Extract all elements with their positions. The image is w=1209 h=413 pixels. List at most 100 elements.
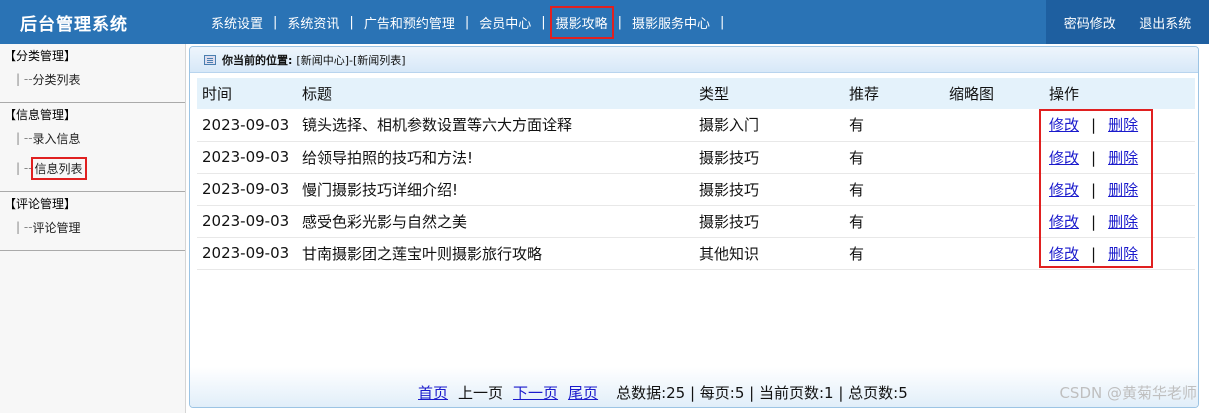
cell-recommend: 有	[849, 116, 865, 135]
cell-type: 摄影入门	[699, 116, 760, 135]
tree-prefix: | --	[16, 161, 33, 175]
pagination: 首页 上一页 下一页 尾页 总数据:25 | 每页:5 | 当前页数:1 | 总…	[418, 382, 908, 403]
pager-first-link[interactable]: 首页	[418, 382, 448, 403]
table-row: 2023-09-03 镜头选择、相机参数设置等六大方面诠释 摄影入门 有 修改 |…	[197, 109, 1195, 141]
cell-time: 2023-09-03	[202, 115, 290, 134]
action-separator: |	[1091, 148, 1097, 167]
breadcrumb-path: [新闻中心]-[新闻列表]	[296, 53, 406, 67]
logout-link[interactable]: 退出系统	[1139, 13, 1191, 32]
cell-thumbnail	[944, 205, 1044, 237]
header-actions: 密码修改 退出系统	[1046, 0, 1209, 44]
delete-link[interactable]: 删除	[1108, 149, 1138, 167]
sidebar-group-info: 【信息管理】 | -- 录入信息 | -- 信息列表	[0, 103, 185, 192]
edit-link[interactable]: 修改	[1049, 213, 1079, 231]
edit-link[interactable]: 修改	[1049, 245, 1079, 263]
pager-next-link[interactable]: 下一页	[513, 382, 558, 403]
tree-prefix: | --	[16, 131, 33, 145]
sidebar-item-label: 信息列表	[30, 156, 87, 180]
sidebar-item-info-list[interactable]: | -- 信息列表	[16, 153, 185, 183]
edit-link[interactable]: 修改	[1049, 116, 1079, 134]
sidebar-item-add-info[interactable]: | -- 录入信息	[16, 123, 185, 153]
main-panel: 你当前的位置: [新闻中心]-[新闻列表] 时间 标题 类型 推荐 缩略图 操作…	[189, 46, 1199, 408]
cell-type: 其他知识	[699, 244, 760, 263]
nav-separator: |	[617, 14, 623, 30]
pager-info: 总数据:25 | 每页:5 | 当前页数:1 | 总页数:5	[616, 384, 908, 402]
column-header-title: 标题	[302, 85, 333, 103]
cell-recommend: 有	[849, 148, 865, 167]
sidebar-item-comment-manage[interactable]: | -- 评论管理	[16, 212, 185, 242]
nav-separator: |	[464, 14, 470, 30]
nav-item-member-center[interactable]: 会员中心	[471, 13, 539, 32]
nav-item-ads-booking[interactable]: 广告和预约管理	[356, 13, 463, 32]
cell-type: 摄影技巧	[699, 148, 760, 167]
cell-time: 2023-09-03	[202, 212, 290, 230]
column-header-actions: 操作	[1049, 85, 1080, 103]
cell-recommend: 有	[849, 180, 865, 199]
watermark: CSDN @黄菊华老师	[1059, 384, 1197, 402]
action-separator: |	[1091, 116, 1097, 135]
sidebar-group-title: 【分类管理】	[4, 49, 77, 63]
cell-actions: 修改 | 删除	[1044, 237, 1195, 269]
delete-link[interactable]: 删除	[1108, 245, 1138, 263]
sidebar-item-label: 评论管理	[32, 220, 81, 235]
breadcrumb: 你当前的位置: [新闻中心]-[新闻列表]	[190, 47, 1198, 73]
table-row: 2023-09-03 感受色彩光影与自然之美 摄影技巧 有 修改 | 删除	[197, 205, 1195, 237]
cell-title: 甘南摄影团之莲宝叶则摄影旅行攻略	[302, 244, 543, 263]
change-password-link[interactable]: 密码修改	[1064, 13, 1116, 32]
nav-separator: |	[349, 14, 354, 30]
top-nav: 系统设置 | 系统资讯 | 广告和预约管理 | 会员中心 | 摄影攻略 | 摄影…	[203, 0, 726, 44]
cell-recommend: 有	[849, 212, 865, 231]
nav-item-system-settings[interactable]: 系统设置	[203, 13, 271, 32]
cell-actions: 修改 | 删除	[1044, 173, 1195, 205]
nav-item-system-news[interactable]: 系统资讯	[279, 13, 347, 32]
edit-link[interactable]: 修改	[1049, 149, 1079, 167]
pager-prev-label: 上一页	[458, 384, 504, 402]
cell-type: 摄影技巧	[699, 180, 760, 199]
table-row: 2023-09-03 给领导拍照的技巧和方法! 摄影技巧 有 修改 | 删除	[197, 141, 1195, 173]
cell-time: 2023-09-03	[202, 180, 290, 198]
cell-recommend: 有	[849, 244, 865, 263]
table-row: 2023-09-03 甘南摄影团之莲宝叶则摄影旅行攻略 其他知识 有 修改 | 删除	[197, 237, 1195, 269]
header-bar: 后台管理系统 系统设置 | 系统资讯 | 广告和预约管理 | 会员中心 | 摄影…	[0, 0, 1209, 44]
nav-item-photo-service[interactable]: 摄影服务中心	[624, 13, 718, 32]
column-header-time: 时间	[202, 85, 233, 103]
sidebar-group-title: 【评论管理】	[4, 197, 77, 211]
sidebar-item-category-list[interactable]: | -- 分类列表	[16, 64, 185, 94]
breadcrumb-label: 你当前的位置:	[222, 53, 293, 67]
nav-item-photo-guides[interactable]: 摄影攻略	[549, 5, 614, 39]
edit-link[interactable]: 修改	[1049, 181, 1079, 199]
list-icon	[204, 54, 216, 65]
sidebar-item-label: 录入信息	[32, 131, 81, 146]
cell-type: 摄影技巧	[699, 212, 760, 231]
cell-actions: 修改 | 删除	[1044, 109, 1195, 141]
action-separator: |	[1091, 180, 1097, 199]
cell-title: 感受色彩光影与自然之美	[302, 212, 468, 231]
cell-thumbnail	[944, 141, 1044, 173]
action-separator: |	[1091, 244, 1097, 263]
cell-time: 2023-09-03	[202, 148, 290, 166]
cell-actions: 修改 | 删除	[1044, 205, 1195, 237]
sidebar-group-category: 【分类管理】 | -- 分类列表	[0, 44, 185, 103]
delete-link[interactable]: 删除	[1108, 213, 1138, 231]
cell-thumbnail	[944, 173, 1044, 205]
cell-thumbnail	[944, 109, 1044, 141]
nav-separator: |	[273, 14, 278, 30]
news-table: 时间 标题 类型 推荐 缩略图 操作 2023-09-03 镜头选择、相机参数设…	[197, 78, 1195, 270]
tree-prefix: | --	[16, 72, 33, 86]
delete-link[interactable]: 删除	[1108, 116, 1138, 134]
tree-prefix: | --	[16, 220, 33, 234]
cell-time: 2023-09-03	[202, 244, 290, 262]
cell-title: 镜头选择、相机参数设置等六大方面诠释	[302, 116, 573, 135]
app-title: 后台管理系统	[20, 15, 128, 35]
nav-separator: |	[541, 14, 546, 30]
column-header-type: 类型	[699, 85, 730, 103]
column-header-thumbnail: 缩略图	[949, 85, 995, 103]
sidebar-group-comments: 【评论管理】 | -- 评论管理	[0, 192, 185, 251]
delete-link[interactable]: 删除	[1108, 181, 1138, 199]
column-header-recommend: 推荐	[849, 85, 880, 103]
cell-thumbnail	[944, 237, 1044, 269]
table-row: 2023-09-03 慢门摄影技巧详细介绍! 摄影技巧 有 修改 | 删除	[197, 173, 1195, 205]
pager-last-link[interactable]: 尾页	[568, 382, 598, 403]
cell-actions: 修改 | 删除	[1044, 141, 1195, 173]
cell-title: 给领导拍照的技巧和方法!	[302, 148, 474, 167]
